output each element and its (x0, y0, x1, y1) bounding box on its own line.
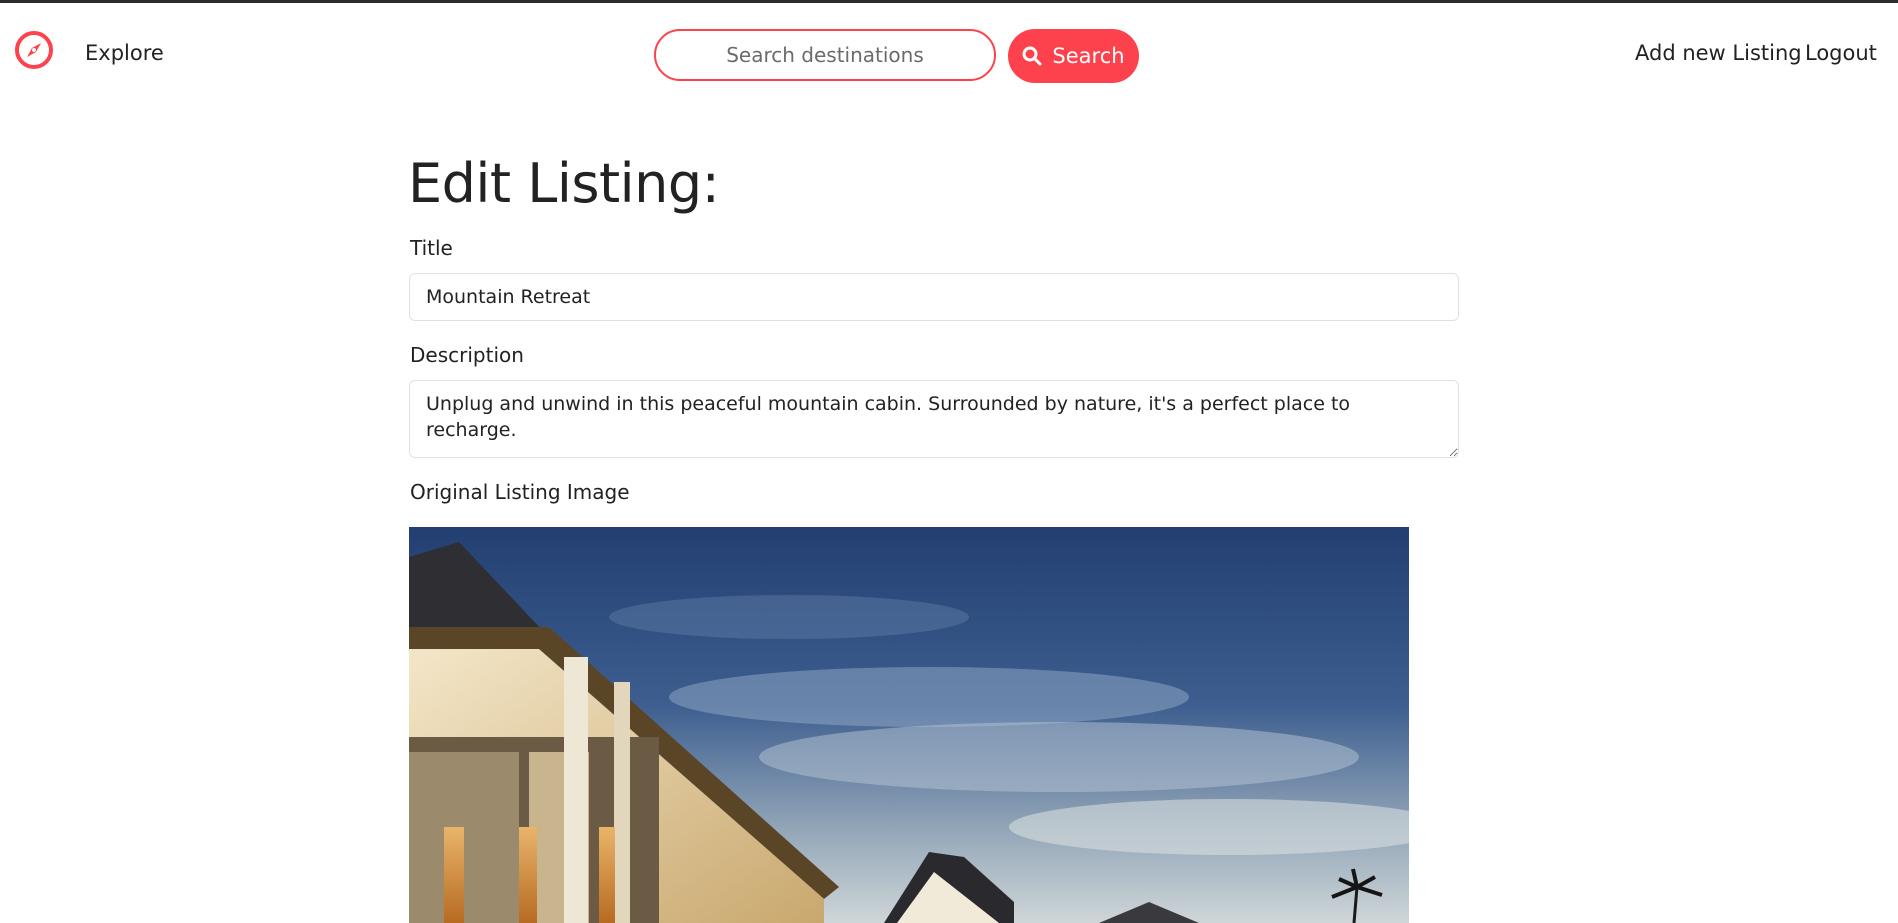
search-button[interactable]: Search (1008, 29, 1139, 83)
search-icon (1022, 46, 1042, 66)
nav-explore-link[interactable]: Explore (85, 41, 164, 65)
search-button-label: Search (1052, 44, 1125, 68)
listing-image (409, 527, 1409, 923)
description-textarea[interactable]: Unplug and unwind in this peaceful mount… (409, 380, 1459, 458)
logout-link[interactable]: Logout (1805, 41, 1877, 65)
original-image-label: Original Listing Image (410, 480, 630, 504)
description-label: Description (410, 343, 524, 367)
add-new-listing-link[interactable]: Add new Listing (1635, 41, 1802, 65)
navbar: Explore Search Add new Listing Logout (0, 3, 1898, 103)
title-input[interactable] (409, 273, 1459, 321)
compass-icon[interactable] (14, 30, 54, 70)
title-label: Title (410, 236, 453, 260)
search-input[interactable] (654, 29, 996, 81)
page-title: Edit Listing: (408, 152, 720, 215)
